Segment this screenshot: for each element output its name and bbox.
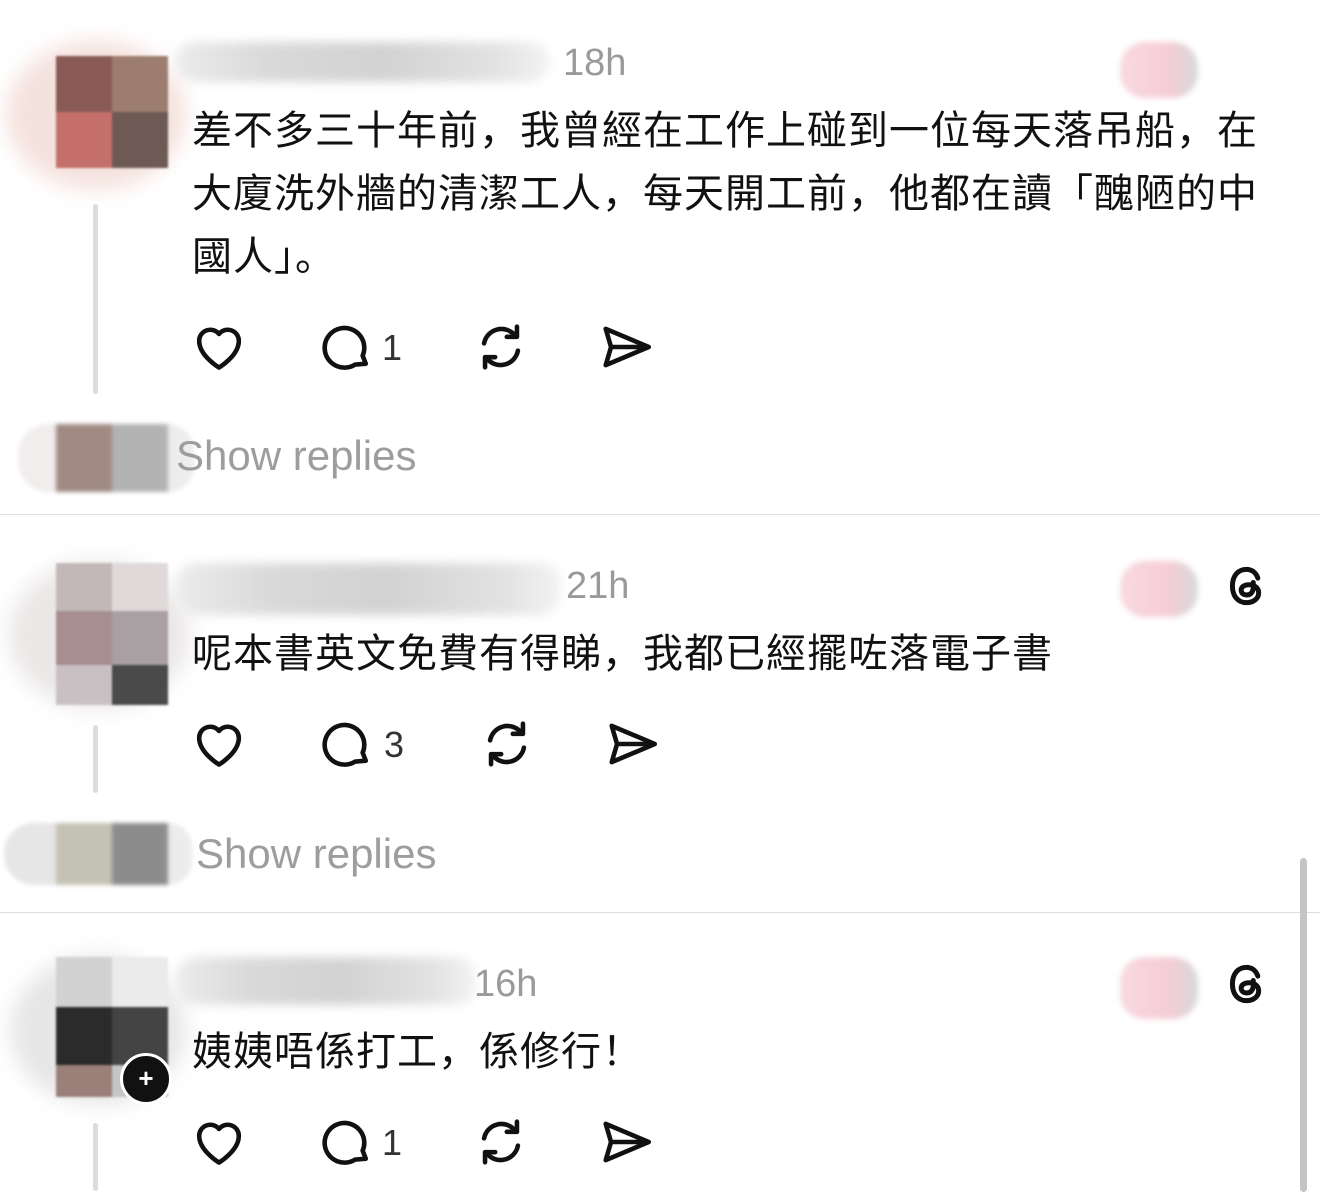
username-blurred[interactable] <box>176 563 561 615</box>
heart-icon[interactable] <box>190 1113 248 1171</box>
reply-count: 1 <box>382 327 403 368</box>
show-replies-link[interactable]: Show replies <box>176 432 416 480</box>
blurred-element <box>1120 957 1198 1019</box>
blurred-element <box>1120 561 1198 617</box>
action-bar: 3 <box>190 715 690 775</box>
threads-logo-icon[interactable] <box>1222 959 1272 1009</box>
comment-icon[interactable] <box>316 318 374 376</box>
thread-line <box>93 1123 98 1191</box>
repost-icon[interactable] <box>472 1113 530 1171</box>
comment-3: + 16h 姨姨唔係打工，係修行！ 1 <box>0 913 1320 1192</box>
avatar[interactable] <box>56 563 168 705</box>
reply-count: 1 <box>382 1122 403 1163</box>
comment-2: 21h 呢本書英文免費有得睇，我都已經擺咗落電子書 3 Show replies <box>0 515 1320 912</box>
share-icon[interactable] <box>598 318 656 376</box>
username-blurred[interactable] <box>176 957 476 1005</box>
reply-avatars <box>18 424 194 492</box>
show-replies-link[interactable]: Show replies <box>196 830 436 878</box>
comment-icon[interactable] <box>316 715 374 773</box>
heart-icon[interactable] <box>190 318 248 376</box>
action-bar: 1 <box>190 1113 690 1173</box>
timestamp: 18h <box>563 42 627 84</box>
action-bar: 1 <box>190 318 690 378</box>
comment-text: 姨姨唔係打工，係修行！ <box>192 1029 643 1075</box>
timestamp: 16h <box>474 963 538 1005</box>
thread-line <box>93 725 98 793</box>
reply-count: 3 <box>384 724 405 765</box>
repost-icon[interactable] <box>472 318 530 376</box>
follow-badge-icon[interactable]: + <box>120 1053 172 1105</box>
timestamp: 21h <box>566 565 630 607</box>
repost-icon[interactable] <box>478 715 536 773</box>
comment-1: 18h 差不多三十年前，我曾經在工作上碰到一位每天落吊船，在大廈洗外牆的清潔工人… <box>0 0 1320 514</box>
share-icon[interactable] <box>604 715 662 773</box>
share-icon[interactable] <box>598 1113 656 1171</box>
avatar[interactable] <box>56 56 168 168</box>
scrollbar[interactable] <box>1300 858 1307 1192</box>
reply-avatars <box>4 823 192 885</box>
comment-text: 呢本書英文免費有得睇，我都已經擺咗落電子書 <box>192 631 1053 677</box>
threads-logo-icon[interactable] <box>1222 561 1272 611</box>
username-blurred[interactable] <box>175 42 550 82</box>
heart-icon[interactable] <box>190 715 248 773</box>
thread-line <box>93 204 98 394</box>
comment-icon[interactable] <box>316 1113 374 1171</box>
blurred-element <box>1120 42 1198 98</box>
comment-text: 差不多三十年前，我曾經在工作上碰到一位每天落吊船，在大廈洗外牆的清潔工人，每天開… <box>192 108 1258 280</box>
